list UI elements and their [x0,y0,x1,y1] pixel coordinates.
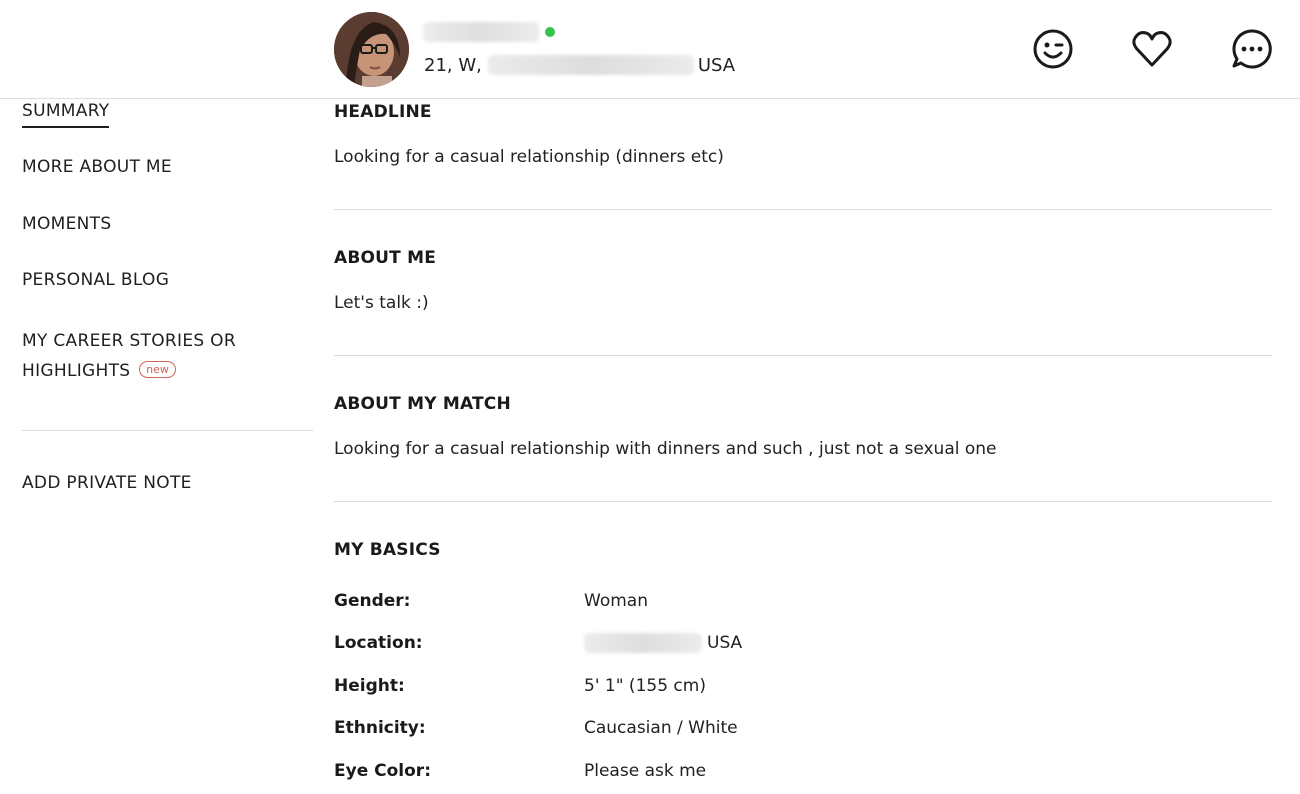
headline-title: HEADLINE [334,102,432,122]
basics-row-eye-color: Eye Color: Please ask me [334,761,1272,787]
sidebar-item-career-stories[interactable]: MY CAREER STORIES OR HIGHLIGHTS new [22,326,282,386]
country-text: USA [697,54,736,76]
avatar-photo [334,12,409,87]
profile-meta: 21, W, USA [424,53,735,77]
message-button[interactable] [1230,27,1274,71]
sidebar-item-label: MY CAREER STORIES OR HIGHLIGHTS [22,331,236,381]
chat-icon [1232,29,1272,69]
wink-icon [1033,29,1073,69]
about-my-match-title: ABOUT MY MATCH [334,394,511,414]
city-redacted [487,55,694,75]
basics-label: Ethnicity: [334,718,426,738]
sidebar-item-moments[interactable]: MOMENTS [22,214,111,234]
basics-label: Height: [334,676,405,696]
basics-row-ethnicity: Ethnicity: Caucasian / White [334,718,1272,744]
profile-avatar[interactable] [334,12,409,87]
add-private-note-link[interactable]: ADD PRIVATE NOTE [22,473,192,493]
wink-button[interactable] [1031,27,1075,71]
basics-label: Location: [334,633,423,653]
basics-row-location: Location: USA [334,633,1272,659]
heart-icon [1132,31,1172,67]
new-badge: new [139,361,176,378]
basics-value: 5' 1" (155 cm) [584,676,706,696]
section-divider [334,501,1272,502]
basics-row-gender: Gender: Woman [334,591,1272,617]
about-me-text: Let's talk :) [334,293,429,313]
basics-label: Gender: [334,591,411,611]
location-redacted [584,633,702,653]
about-me-title: ABOUT ME [334,248,437,268]
basics-row-height: Height: 5' 1" (155 cm) [334,676,1272,702]
basics-value: Woman [584,591,648,611]
basics-value-location: USA [584,633,742,653]
about-my-match-text: Looking for a casual relationship with d… [334,439,997,459]
age-gender-text: 21, W, [424,54,482,76]
sidebar-divider [22,430,313,431]
username-redacted [423,22,539,42]
headline-text: Looking for a casual relationship (dinne… [334,147,724,167]
section-divider [334,209,1272,210]
section-divider [334,355,1272,356]
sidebar-item-personal-blog[interactable]: PERSONAL BLOG [22,270,169,290]
online-status-dot [545,27,555,37]
basics-label: Eye Color: [334,761,431,781]
profile-header: 21, W, USA [0,0,1300,99]
sidebar-item-summary[interactable]: SUMMARY [22,101,110,128]
like-button[interactable] [1130,27,1174,71]
basics-value: Please ask me [584,761,707,781]
basics-value: Caucasian / White [584,718,738,738]
sidebar-item-more-about-me[interactable]: MORE ABOUT ME [22,157,172,177]
location-country: USA [707,633,743,653]
my-basics-title: MY BASICS [334,540,441,560]
